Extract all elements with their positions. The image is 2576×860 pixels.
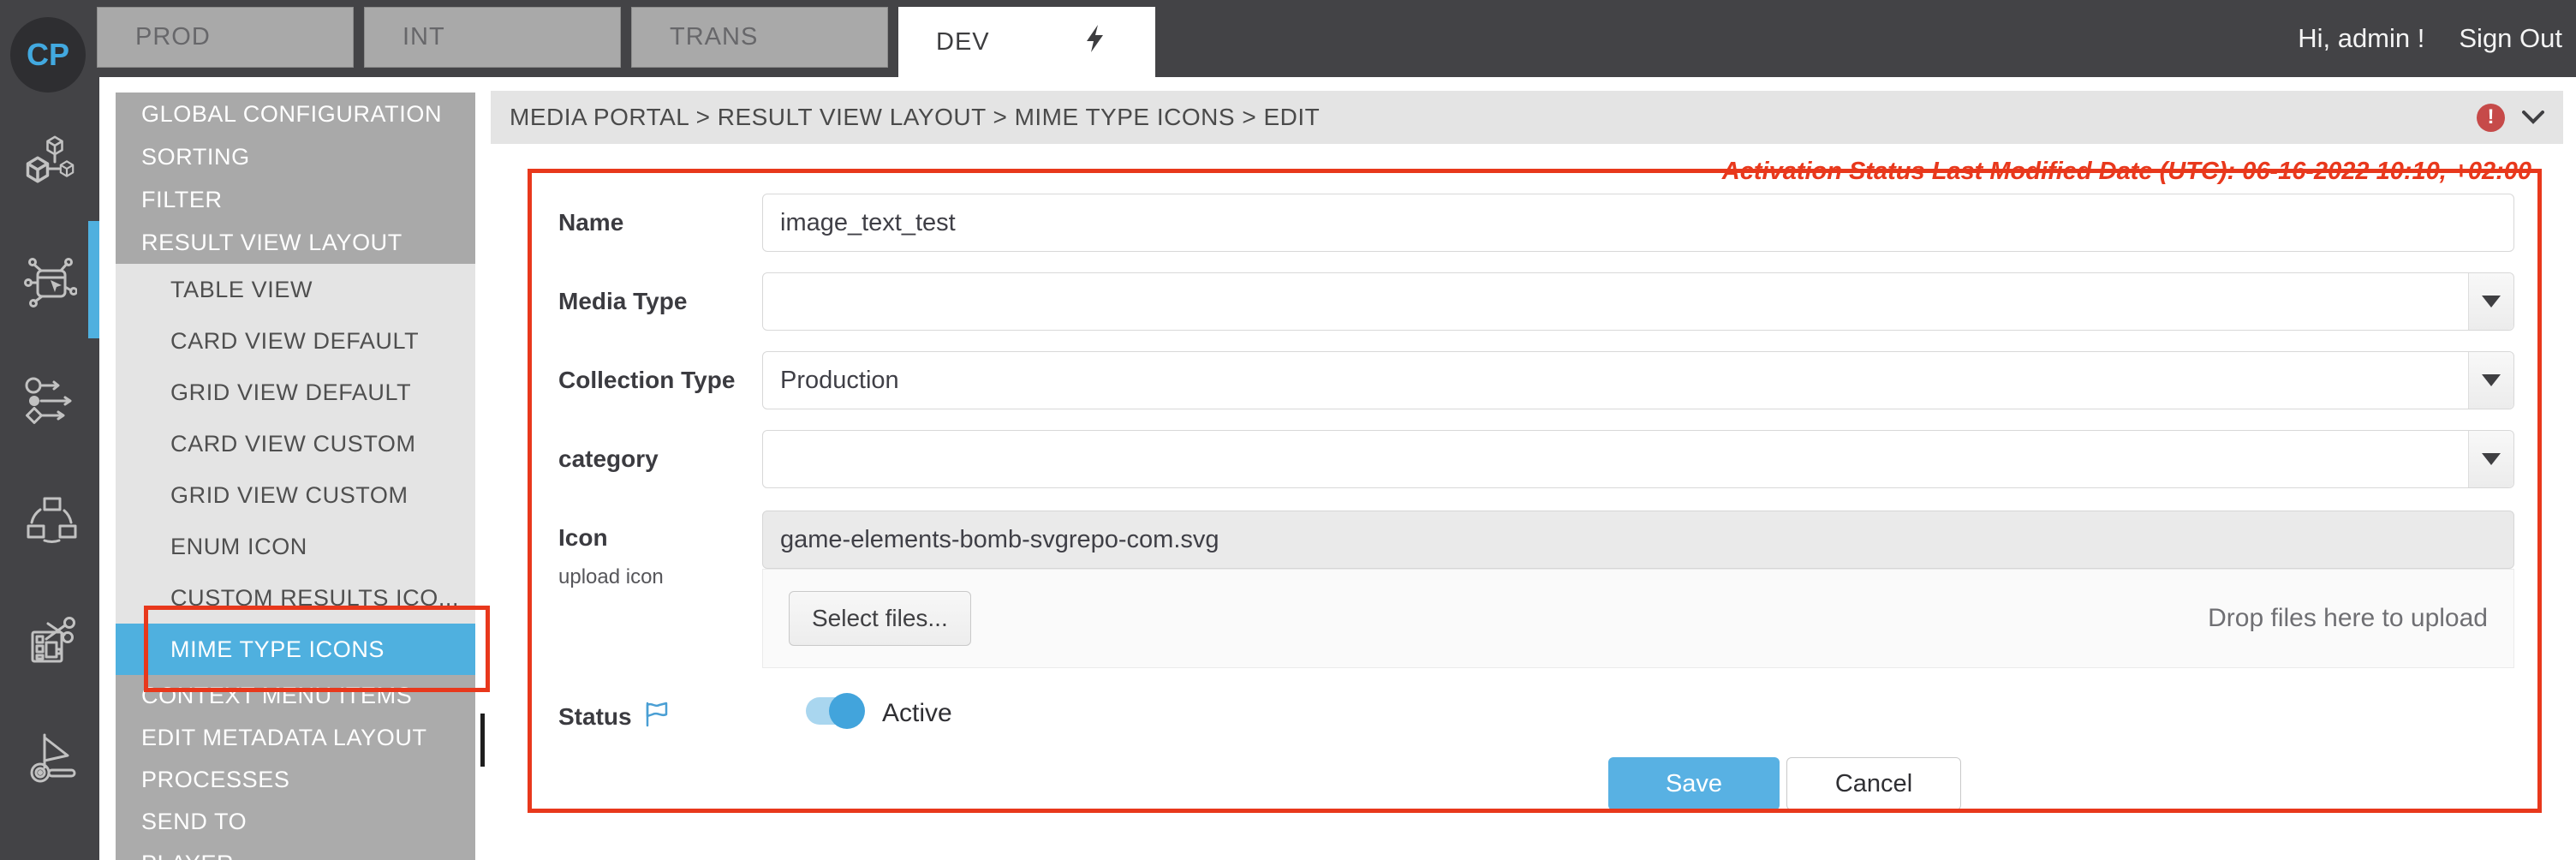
tab-dev[interactable]: DEV (898, 7, 1155, 77)
config-menu: GLOBAL CONFIGURATIONSORTINGFILTERRESULT … (116, 93, 475, 860)
sidebar-item-enum-icon[interactable]: ENUM ICON (116, 521, 475, 572)
upload-icon-label: upload icon (558, 565, 664, 589)
error-alert-icon[interactable]: ! (2477, 104, 2505, 132)
dropdown-arrow-icon[interactable] (2468, 352, 2513, 409)
distribution-icon[interactable] (22, 493, 77, 548)
drop-files-hint: Drop files here to upload (2208, 604, 2488, 633)
sidebar-item-table-view[interactable]: TABLE VIEW (116, 264, 475, 315)
tab-label: INT (402, 23, 445, 51)
icon-filename-field: game-elements-bomb-svgrepo-com.svg (762, 511, 2514, 569)
tab-label: TRANS (670, 23, 758, 51)
flag-icon (644, 701, 670, 732)
env-tabs: PROD INT TRANS DEV (97, 7, 1155, 77)
media-type-label: Media Type (558, 288, 687, 315)
collection-type-value: Production (780, 367, 899, 395)
mime-type-icons-edit-screen: CP PROD INT TRANS DEV Hi, admin ! Sign Out (0, 0, 2576, 860)
upload-dropzone[interactable]: Select files... Drop files here to uploa… (762, 569, 2514, 668)
category-select[interactable] (762, 430, 2514, 488)
media-type-select[interactable] (762, 272, 2514, 331)
name-value: image_text_test (780, 209, 956, 237)
sidebar-item-sorting[interactable]: SORTING (116, 135, 475, 178)
status-label-row: Status (558, 701, 670, 732)
breadcrumb: MEDIA PORTAL > RESULT VIEW LAYOUT > MIME… (510, 104, 2477, 131)
sidebar-item-filter[interactable]: FILTER (116, 178, 475, 221)
collection-type-select[interactable]: Production (762, 351, 2514, 409)
tab-label: DEV (936, 28, 990, 57)
sidebar-item-global-configuration[interactable]: GLOBAL CONFIGURATION (116, 93, 475, 135)
tab-trans[interactable]: TRANS (631, 7, 888, 68)
sidebar-item-grid-view-default[interactable]: GRID VIEW DEFAULT (116, 367, 475, 418)
active-section-indicator (88, 221, 99, 338)
tab-label: PROD (135, 23, 211, 51)
breadcrumb-bar: MEDIA PORTAL > RESULT VIEW LAYOUT > MIME… (491, 91, 2563, 144)
cancel-button[interactable]: Cancel (1786, 757, 1961, 810)
app-logo[interactable]: CP (10, 17, 86, 93)
sidebar-item-processes[interactable]: PROCESSES (116, 759, 475, 801)
text-cursor-mark (480, 714, 485, 767)
tab-int[interactable]: INT (364, 7, 621, 68)
assets-cubes-icon[interactable] (22, 134, 77, 188)
tab-prod[interactable]: PROD (97, 7, 354, 68)
sidebar-item-grid-view-custom[interactable]: GRID VIEW CUSTOM (116, 469, 475, 521)
select-files-button[interactable]: Select files... (789, 591, 971, 646)
name-input[interactable]: image_text_test (762, 194, 2514, 252)
workflow-icon[interactable] (22, 373, 77, 428)
sidebar-item-player[interactable]: PLAYER (116, 843, 475, 860)
icon-filename: game-elements-bomb-svgrepo-com.svg (780, 526, 1219, 554)
collection-type-label: Collection Type (558, 367, 735, 394)
sidebar-item-card-view-custom[interactable]: CARD VIEW CUSTOM (116, 418, 475, 469)
menu-top-group: GLOBAL CONFIGURATIONSORTINGFILTERRESULT … (116, 93, 475, 264)
status-label: Status (558, 703, 632, 731)
sidebar-item-mime-type-icons[interactable]: MIME TYPE ICONS (116, 624, 475, 675)
sidebar-item-custom-results-ico[interactable]: CUSTOM RESULTS ICO... (116, 572, 475, 624)
user-area: Hi, admin ! Sign Out (2298, 0, 2562, 77)
sidebar-item-edit-metadata-layout[interactable]: EDIT METADATA LAYOUT (116, 717, 475, 759)
sidebar-item-result-view-layout[interactable]: RESULT VIEW LAYOUT (116, 221, 475, 264)
user-greeting: Hi, admin ! (2298, 23, 2424, 54)
flag-marker-icon[interactable] (22, 730, 77, 785)
sign-out-link[interactable]: Sign Out (2459, 23, 2562, 54)
category-label: category (558, 445, 659, 473)
chevron-down-icon[interactable] (2522, 110, 2544, 124)
name-label: Name (558, 209, 623, 236)
activation-status-note: Activation Status Last Modified Date (UT… (1722, 158, 2531, 186)
menu-sub-group: TABLE VIEWCARD VIEW DEFAULTGRID VIEW DEF… (116, 264, 475, 675)
status-toggle[interactable] (806, 697, 862, 725)
icon-label: Icon (558, 524, 608, 552)
status-value: Active (882, 699, 952, 728)
toggle-knob (829, 693, 865, 729)
media-edit-icon[interactable] (22, 612, 77, 666)
app-config-icon[interactable] (22, 254, 77, 308)
sidebar-item-send-to[interactable]: SEND TO (116, 801, 475, 843)
lightning-icon (1083, 23, 1106, 61)
save-button[interactable]: Save (1608, 757, 1780, 810)
dropdown-arrow-icon[interactable] (2468, 431, 2513, 487)
dropdown-arrow-icon[interactable] (2468, 273, 2513, 330)
menu-bottom-group: CONTEXT MENU ITEMSEDIT METADATA LAYOUTPR… (116, 675, 475, 860)
sidebar-item-context-menu-items[interactable]: CONTEXT MENU ITEMS (116, 675, 475, 717)
sidebar-item-card-view-default[interactable]: CARD VIEW DEFAULT (116, 315, 475, 367)
